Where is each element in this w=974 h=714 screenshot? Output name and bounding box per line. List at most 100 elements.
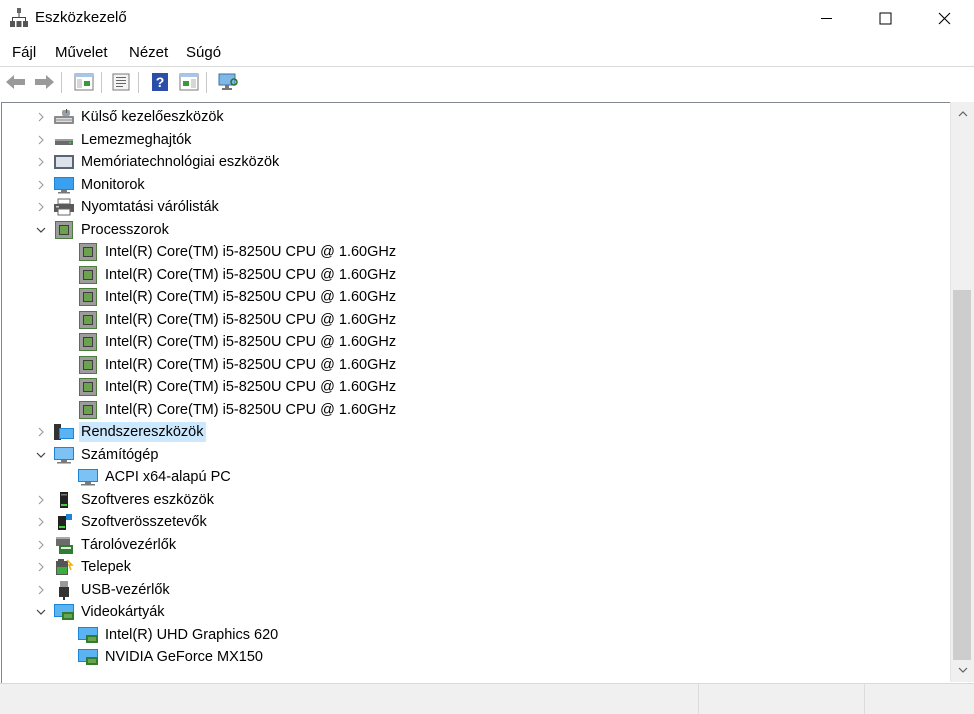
- maximize-button[interactable]: [856, 0, 914, 36]
- minimize-button[interactable]: [797, 0, 855, 36]
- scroll-up-button[interactable]: [951, 104, 974, 124]
- toolbar: ?: [0, 66, 974, 97]
- minimize-icon: [821, 18, 832, 19]
- tree-category[interactable]: Lemezmeghajtók: [2, 129, 948, 151]
- forward-button[interactable]: [32, 71, 56, 93]
- console-tree-button[interactable]: [72, 71, 96, 93]
- window-title: Eszközkezelő: [35, 9, 127, 26]
- tree-device[interactable]: Intel(R) UHD Graphics 620: [2, 624, 948, 646]
- device-tree[interactable]: Külső kezelőeszközök Lemezmeghajtók Memóri…: [1, 102, 950, 684]
- tree-device[interactable]: Intel(R) Core(TM) i5-8250U CPU @ 1.60GHz: [2, 264, 948, 286]
- tree-device[interactable]: Intel(R) Core(TM) i5-8250U CPU @ 1.60GHz: [2, 354, 948, 376]
- monitor-icon: [53, 175, 75, 195]
- processor-icon: [77, 355, 99, 375]
- tree-category[interactable]: Monitorok: [2, 174, 948, 196]
- tree-category[interactable]: Külső kezelőeszközök: [2, 106, 948, 128]
- tree-item-label: ACPI x64-alapú PC: [105, 469, 231, 485]
- tree-category[interactable]: Szoftveres eszközök: [2, 489, 948, 511]
- show-hide-console-tree-icon: [74, 73, 94, 91]
- properties-button[interactable]: [109, 71, 133, 93]
- computer-icon: [53, 445, 75, 465]
- device-manager-icon: [10, 8, 28, 28]
- forward-icon: [35, 75, 54, 89]
- storage-controller-icon: [53, 535, 75, 555]
- chevron-right-icon[interactable]: [35, 516, 47, 528]
- tree-category[interactable]: Telepek: [2, 556, 948, 578]
- tree-item-label: Számítógép: [81, 446, 159, 463]
- chevron-right-icon[interactable]: [35, 561, 47, 573]
- tree-category[interactable]: Rendszereszközök: [2, 421, 948, 443]
- chevron-right-icon[interactable]: [35, 584, 47, 596]
- menu-action[interactable]: Művelet: [55, 44, 108, 61]
- processor-icon: [77, 265, 99, 285]
- chevron-right-icon[interactable]: [35, 156, 47, 168]
- tree-item-label: Intel(R) Core(TM) i5-8250U CPU @ 1.60GHz: [105, 334, 397, 350]
- tree-category[interactable]: Nyomtatási várólisták: [2, 196, 948, 218]
- tree-category[interactable]: Memóriatechnológiai eszközök: [2, 151, 948, 173]
- chevron-down-icon: [958, 667, 967, 673]
- chevron-down-icon[interactable]: [35, 449, 47, 461]
- tree-category[interactable]: Szoftverösszetevők: [2, 511, 948, 533]
- chevron-right-icon[interactable]: [35, 539, 47, 551]
- tree-device[interactable]: Intel(R) Core(TM) i5-8250U CPU @ 1.60GHz: [2, 331, 948, 353]
- tree-item-label: Lemezmeghajtók: [81, 131, 192, 148]
- tree-item-label: Szoftverösszetevők: [81, 514, 207, 530]
- scrollbar-thumb[interactable]: [953, 290, 971, 660]
- tree-item-label: Monitorok: [81, 176, 145, 193]
- tree-item-label: Intel(R) Core(TM) i5-8250U CPU @ 1.60GHz: [105, 401, 397, 418]
- tree-category[interactable]: Processzorok: [2, 219, 948, 241]
- scroll-down-button[interactable]: [951, 660, 974, 680]
- tree-item-label: Külső kezelőeszközök: [81, 109, 224, 125]
- menu-view[interactable]: Nézet: [129, 44, 168, 61]
- keyboard-icon: [53, 107, 75, 127]
- system-devices-icon: [53, 422, 75, 442]
- toolbar-separator: [138, 72, 139, 93]
- menu-help[interactable]: Súgó: [186, 44, 221, 61]
- chevron-right-icon[interactable]: [35, 494, 47, 506]
- tree-item-label: USB-vezérlők: [81, 581, 170, 598]
- tree-item-label: Telepek: [81, 559, 131, 575]
- tree-item-label: Intel(R) Core(TM) i5-8250U CPU @ 1.60GHz: [105, 244, 397, 260]
- back-icon: [6, 75, 25, 89]
- chevron-right-icon[interactable]: [35, 179, 47, 191]
- tree-category[interactable]: USB-vezérlők: [2, 579, 948, 601]
- tree-item-label: Rendszereszközök: [79, 422, 206, 442]
- tree-category[interactable]: Tárolóvezérlők: [2, 534, 948, 556]
- display-adapter-icon: [77, 625, 99, 645]
- memory-device-icon: [53, 152, 75, 172]
- close-icon: [938, 12, 950, 24]
- tree-device[interactable]: Intel(R) Core(TM) i5-8250U CPU @ 1.60GHz: [2, 286, 948, 308]
- svg-text:?: ?: [156, 74, 165, 90]
- close-button[interactable]: [915, 0, 973, 36]
- chevron-right-icon[interactable]: [35, 426, 47, 438]
- tree-item-label: Intel(R) UHD Graphics 620: [105, 626, 279, 643]
- vertical-scrollbar[interactable]: [950, 102, 974, 682]
- back-button[interactable]: [4, 71, 28, 93]
- tree-item-label: Nyomtatási várólisták: [81, 199, 219, 215]
- tree-device[interactable]: NVIDIA GeForce MX150: [2, 646, 948, 668]
- chevron-right-icon[interactable]: [35, 134, 47, 146]
- tree-device[interactable]: Intel(R) Core(TM) i5-8250U CPU @ 1.60GHz: [2, 399, 948, 421]
- tree-category[interactable]: Számítógép: [2, 444, 948, 466]
- chevron-down-icon[interactable]: [35, 224, 47, 236]
- tree-category[interactable]: Videokártyák: [2, 601, 948, 623]
- tree-item-label: NVIDIA GeForce MX150: [105, 649, 263, 665]
- menu-file[interactable]: Fájl: [12, 44, 36, 61]
- computer-icon: [77, 467, 99, 487]
- tree-device[interactable]: Intel(R) Core(TM) i5-8250U CPU @ 1.60GHz: [2, 376, 948, 398]
- tree-device[interactable]: Intel(R) Core(TM) i5-8250U CPU @ 1.60GHz: [2, 241, 948, 263]
- scan-hardware-button[interactable]: [216, 71, 240, 93]
- properties-icon: [112, 73, 130, 91]
- chevron-right-icon[interactable]: [35, 111, 47, 123]
- disk-drive-icon: [53, 130, 75, 150]
- tree-device[interactable]: ACPI x64-alapú PC: [2, 466, 948, 488]
- maximize-icon: [879, 12, 891, 24]
- chevron-right-icon[interactable]: [35, 201, 47, 213]
- usb-icon: [53, 580, 75, 600]
- action-pane-button[interactable]: [177, 71, 201, 93]
- chevron-down-icon[interactable]: [35, 606, 47, 618]
- tree-item-label: Intel(R) Core(TM) i5-8250U CPU @ 1.60GHz: [105, 289, 397, 305]
- help-button[interactable]: ?: [148, 71, 172, 93]
- tree-device[interactable]: Intel(R) Core(TM) i5-8250U CPU @ 1.60GHz: [2, 309, 948, 331]
- processor-icon: [77, 287, 99, 307]
